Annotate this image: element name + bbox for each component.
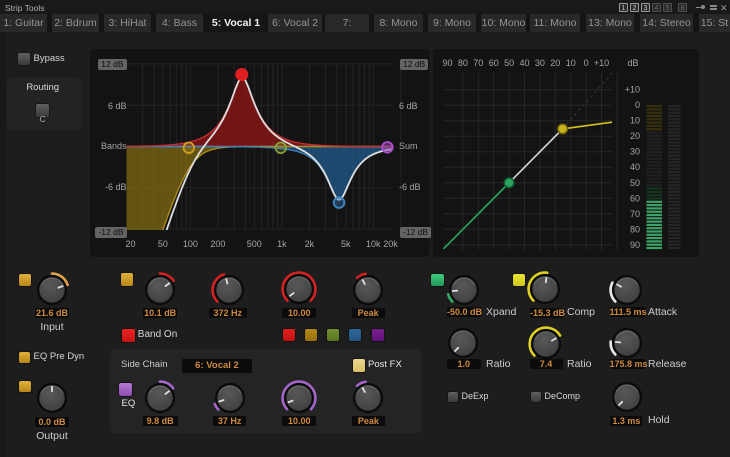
svg-text:80: 80 xyxy=(630,224,640,234)
svg-text:90: 90 xyxy=(630,240,640,250)
svg-text:50: 50 xyxy=(630,178,640,188)
svg-text:40: 40 xyxy=(519,58,529,68)
svg-text:60: 60 xyxy=(489,58,499,68)
svg-text:0: 0 xyxy=(635,100,640,110)
svg-text:70: 70 xyxy=(630,209,640,219)
svg-text:20: 20 xyxy=(630,131,640,141)
svg-text:30: 30 xyxy=(535,58,545,68)
svg-text:0: 0 xyxy=(584,58,589,68)
svg-text:30: 30 xyxy=(630,147,640,157)
svg-text:+10: +10 xyxy=(625,85,640,95)
svg-text:10: 10 xyxy=(630,116,640,126)
svg-text:20: 20 xyxy=(550,58,560,68)
svg-text:10: 10 xyxy=(566,58,576,68)
svg-text:80: 80 xyxy=(458,58,468,68)
svg-text:90: 90 xyxy=(442,58,452,68)
svg-text:40: 40 xyxy=(630,162,640,172)
svg-text:dB: dB xyxy=(627,58,638,68)
svg-text:70: 70 xyxy=(473,58,483,68)
svg-text:60: 60 xyxy=(630,193,640,203)
svg-text:50: 50 xyxy=(504,58,514,68)
svg-text:+10: +10 xyxy=(594,58,609,68)
